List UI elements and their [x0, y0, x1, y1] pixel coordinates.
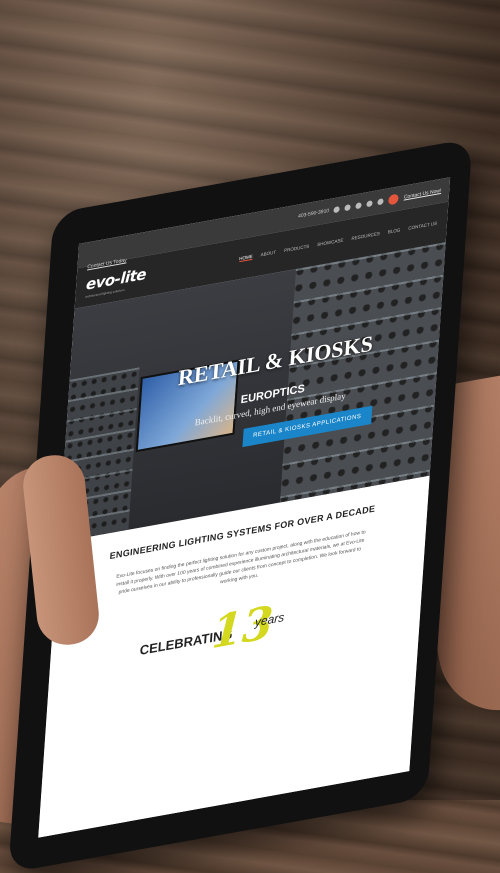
nav-blog[interactable]: Blog [388, 227, 401, 235]
phone-number: 403-590-3910 [297, 207, 330, 220]
nav-showcase[interactable]: Showcase [317, 237, 344, 248]
nav-resources[interactable]: Resources [351, 231, 380, 242]
years-number: 13 [210, 596, 275, 660]
nav-home[interactable]: Home [238, 253, 253, 263]
twitter-icon[interactable] [333, 205, 341, 214]
search-icon[interactable] [388, 193, 400, 206]
nav-products[interactable]: Products [284, 244, 310, 255]
eyewear-display-image [279, 242, 446, 503]
pinterest-icon[interactable] [355, 202, 363, 210]
linkedin-icon[interactable] [366, 200, 374, 208]
tablet: 403-590-3910 Contact Us Now! Contact Us … [8, 0, 489, 873]
nav-about[interactable]: About [260, 250, 276, 259]
youtube-icon[interactable] [377, 198, 385, 206]
logo[interactable]: evo-lite architectural lighting solution… [85, 264, 147, 298]
nav-contact[interactable]: Contact Us [408, 221, 437, 232]
facebook-icon[interactable] [344, 204, 352, 212]
tablet-screen: 403-590-3910 Contact Us Now! Contact Us … [38, 177, 451, 838]
contact-link[interactable]: Contact Us Now! [404, 188, 442, 201]
